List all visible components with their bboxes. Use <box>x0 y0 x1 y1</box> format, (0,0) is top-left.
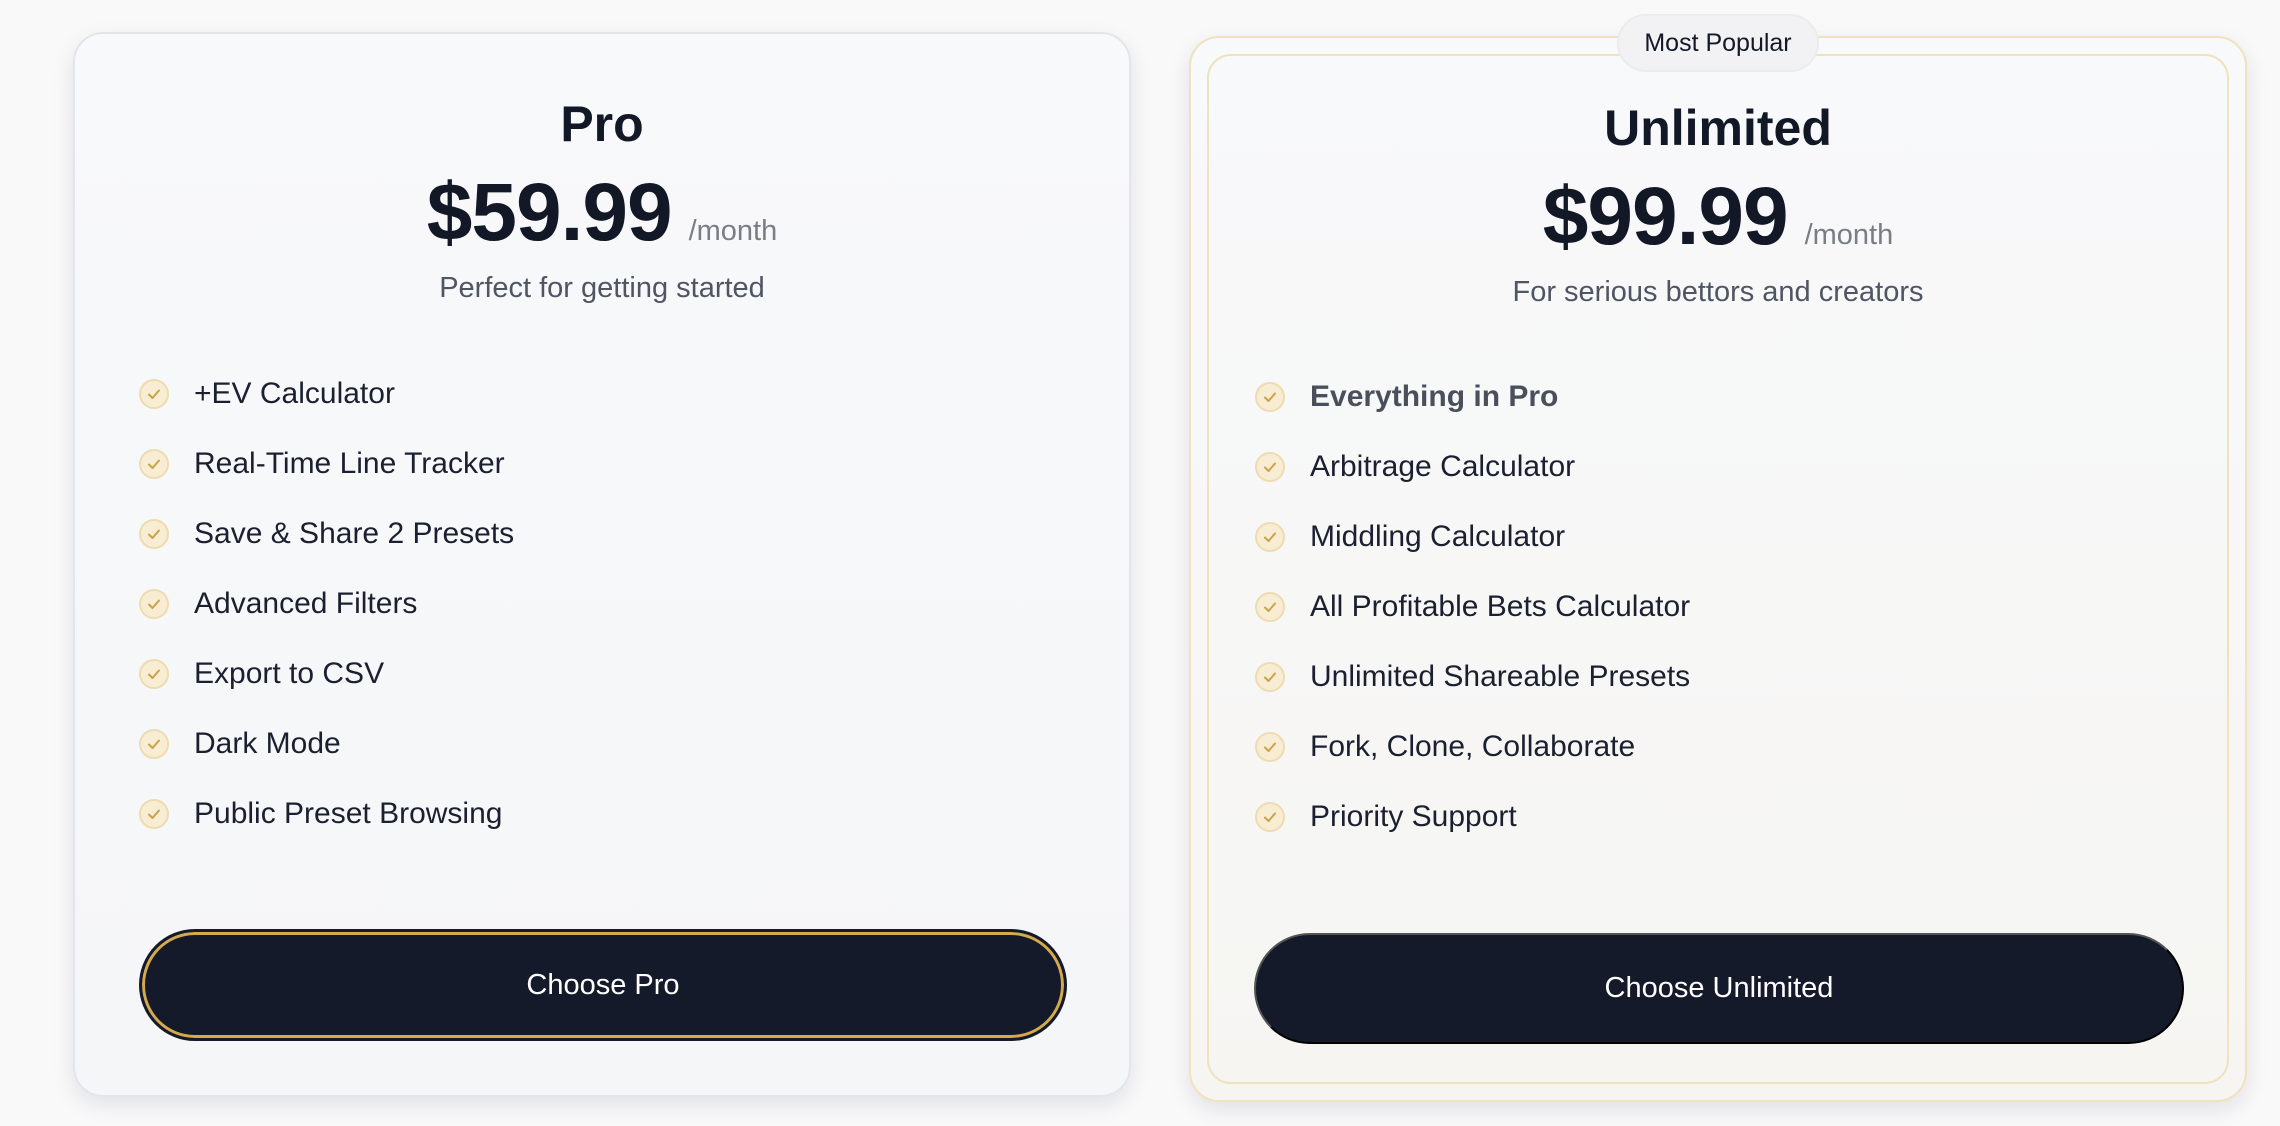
price-period: /month <box>688 215 778 247</box>
plan-tagline: For serious bettors and creators <box>1512 276 1924 308</box>
feature-label: Everything in Pro <box>1310 380 1559 413</box>
check-circle-icon <box>1255 522 1285 552</box>
price-row: $99.99 /month <box>1191 176 2245 258</box>
check-circle-icon <box>139 799 169 829</box>
plan-tagline: Perfect for getting started <box>439 272 765 304</box>
check-circle-icon <box>1255 662 1285 692</box>
feature-item: Real-Time Line Tracker <box>139 429 514 499</box>
check-circle-icon <box>1255 732 1285 762</box>
check-circle-icon <box>1255 452 1285 482</box>
pricing-card-unlimited: Unlimited $99.99 /month For serious bett… <box>1189 36 2247 1102</box>
feature-label: Public Preset Browsing <box>194 797 503 830</box>
check-circle-icon <box>139 379 169 409</box>
check-circle-icon <box>139 449 169 479</box>
choose-pro-button[interactable]: Choose Pro <box>139 929 1067 1041</box>
price-row: $59.99 /month <box>75 172 1129 254</box>
pricing-card-pro: Pro $59.99 /month Perfect for getting st… <box>73 32 1131 1097</box>
plan-name: Pro <box>560 96 644 152</box>
plan-price: $59.99 <box>426 167 673 258</box>
feature-label: Real-Time Line Tracker <box>194 447 505 480</box>
plan-price: $99.99 <box>1542 171 1789 262</box>
feature-item: Fork, Clone, Collaborate <box>1255 712 1690 782</box>
feature-label: Save & Share 2 Presets <box>194 517 515 550</box>
feature-item: Dark Mode <box>139 709 514 779</box>
feature-item: Priority Support <box>1255 782 1690 852</box>
check-circle-icon <box>139 659 169 689</box>
feature-item: Arbitrage Calculator <box>1255 432 1690 502</box>
check-circle-icon <box>1255 802 1285 832</box>
feature-label: Arbitrage Calculator <box>1310 450 1576 483</box>
check-circle-icon <box>139 519 169 549</box>
feature-label: Dark Mode <box>194 727 341 760</box>
check-circle-icon <box>1255 592 1285 622</box>
plan-name: Unlimited <box>1604 100 1832 156</box>
feature-label: Unlimited Shareable Presets <box>1310 660 1691 693</box>
feature-label: Priority Support <box>1310 800 1517 833</box>
feature-item: Export to CSV <box>139 639 514 709</box>
feature-item: Middling Calculator <box>1255 502 1690 572</box>
most-popular-badge: Most Popular <box>1617 14 1819 72</box>
price-period: /month <box>1804 219 1894 251</box>
feature-label: +EV Calculator <box>194 377 395 410</box>
feature-item: Advanced Filters <box>139 569 514 639</box>
feature-label: Export to CSV <box>194 657 385 690</box>
feature-label: Advanced Filters <box>194 587 418 620</box>
feature-item: Unlimited Shareable Presets <box>1255 642 1690 712</box>
check-circle-icon <box>1255 382 1285 412</box>
check-circle-icon <box>139 589 169 619</box>
feature-label: All Profitable Bets Calculator <box>1310 590 1691 623</box>
check-circle-icon <box>139 729 169 759</box>
feature-item: +EV Calculator <box>139 359 514 429</box>
choose-unlimited-button[interactable]: Choose Unlimited <box>1254 933 2184 1044</box>
feature-list: Everything in Pro Arbitrage Calculator M… <box>1255 362 1690 852</box>
feature-item: Save & Share 2 Presets <box>139 499 514 569</box>
feature-item: Public Preset Browsing <box>139 779 514 849</box>
feature-list: +EV Calculator Real-Time Line Tracker Sa… <box>139 359 514 849</box>
feature-label: Middling Calculator <box>1310 520 1566 553</box>
feature-item: Everything in Pro <box>1255 362 1690 432</box>
feature-label: Fork, Clone, Collaborate <box>1310 730 1636 763</box>
feature-item: All Profitable Bets Calculator <box>1255 572 1690 642</box>
